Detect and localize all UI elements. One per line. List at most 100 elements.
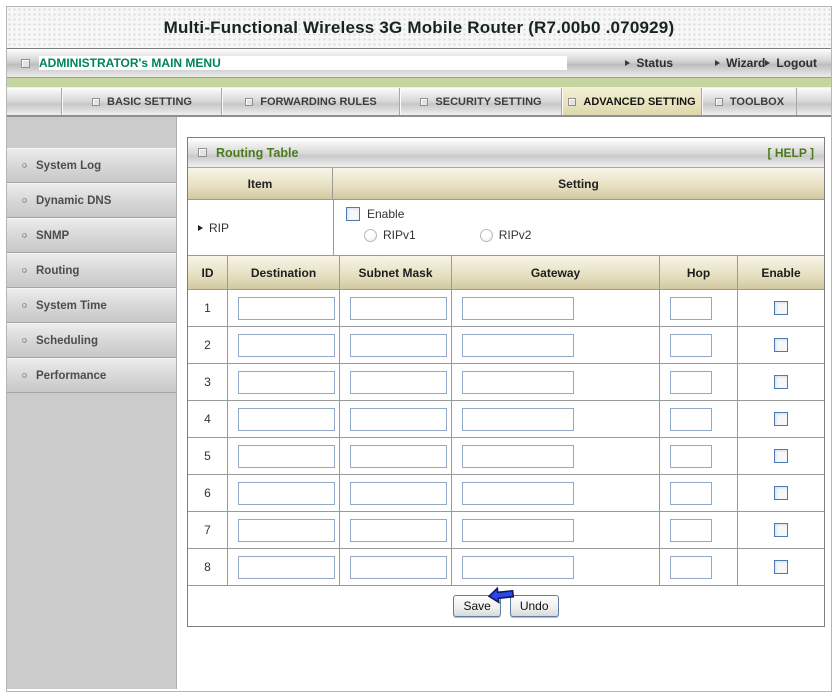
- title-bar: Multi-Functional Wireless 3G Mobile Rout…: [7, 7, 831, 48]
- destination-input[interactable]: [238, 333, 335, 357]
- gateway-input[interactable]: [462, 296, 574, 320]
- tab-basic-setting[interactable]: BASIC SETTING: [62, 88, 222, 115]
- destination-input[interactable]: [238, 296, 335, 320]
- gateway-input[interactable]: [462, 518, 574, 542]
- hop-input[interactable]: [670, 444, 712, 468]
- gateway-input[interactable]: [462, 555, 574, 579]
- hop-input[interactable]: [670, 333, 712, 357]
- bullet-icon: [22, 233, 27, 238]
- sidebar-item-routing[interactable]: Routing: [7, 253, 176, 288]
- router-admin-page: Multi-Functional Wireless 3G Mobile Rout…: [6, 6, 832, 692]
- gateway-input[interactable]: [462, 444, 574, 468]
- bullet-icon: [22, 338, 27, 343]
- tab-advanced-setting[interactable]: ADVANCED SETTING: [562, 88, 702, 115]
- hop-input[interactable]: [670, 481, 712, 505]
- bullet-icon: [22, 303, 27, 308]
- tab-label: TOOLBOX: [729, 95, 785, 108]
- ripv1-label: RIPv1: [383, 228, 416, 242]
- gateway-input[interactable]: [462, 481, 574, 505]
- table-row: 1: [188, 290, 824, 327]
- rip-setting-cell: Enable RIPv1 RIPv2: [333, 200, 824, 255]
- sidebar-item-performance[interactable]: Performance: [7, 358, 176, 393]
- admin-main-menu-label[interactable]: ADMINISTRATOR's MAIN MENU: [39, 56, 568, 70]
- sidebar-item-label: Routing: [36, 264, 80, 277]
- hop-input[interactable]: [670, 555, 712, 579]
- tab-square-icon: [714, 97, 723, 106]
- row-id: 6: [188, 475, 228, 512]
- col-header-gateway: Gateway: [452, 256, 660, 289]
- bullet-icon: [22, 163, 27, 168]
- row-id: 4: [188, 401, 228, 438]
- tab-forwarding-rules[interactable]: FORWARDING RULES: [222, 88, 400, 115]
- arrow-right-icon: [715, 60, 721, 66]
- hop-input[interactable]: [670, 518, 712, 542]
- enable-checkbox[interactable]: [774, 375, 788, 389]
- undo-button[interactable]: Undo: [509, 595, 559, 617]
- save-button[interactable]: Save: [453, 595, 501, 617]
- rip-label: RIP: [209, 220, 230, 235]
- bullet-icon: [22, 268, 27, 273]
- hop-input[interactable]: [670, 296, 712, 320]
- subnet-mask-input[interactable]: [350, 518, 447, 542]
- col-header-subnet-mask: Subnet Mask: [340, 256, 452, 289]
- rip-row: RIP Enable RIPv1 RIPv2: [188, 200, 824, 256]
- button-row: Save Undo: [188, 586, 824, 626]
- ripv1-radio[interactable]: [364, 228, 377, 242]
- destination-input[interactable]: [238, 370, 335, 394]
- destination-input[interactable]: [238, 407, 335, 431]
- sidebar-item-label: System Log: [36, 159, 102, 172]
- tab-square-icon: [568, 97, 577, 106]
- col-header-id: ID: [188, 256, 228, 289]
- enable-checkbox[interactable]: [774, 338, 788, 352]
- gateway-input[interactable]: [462, 370, 574, 394]
- destination-input[interactable]: [238, 444, 335, 468]
- gateway-input[interactable]: [462, 407, 574, 431]
- sidebar-item-system-time[interactable]: System Time: [7, 288, 176, 323]
- sidebar-item-dynamic-dns[interactable]: Dynamic DNS: [7, 183, 176, 218]
- arrow-right-icon: [625, 60, 631, 66]
- sidebar: System Log Dynamic DNS SNMP Routing Syst…: [7, 117, 177, 689]
- subnet-mask-input[interactable]: [350, 333, 447, 357]
- enable-checkbox[interactable]: [774, 486, 788, 500]
- tab-toolbox[interactable]: TOOLBOX: [702, 88, 797, 115]
- ripv2-radio[interactable]: [479, 228, 493, 242]
- destination-input[interactable]: [238, 555, 335, 579]
- page-title: Multi-Functional Wireless 3G Mobile Rout…: [163, 17, 675, 37]
- enable-checkbox[interactable]: [774, 523, 788, 537]
- enable-checkbox[interactable]: [774, 560, 788, 574]
- subnet-mask-input[interactable]: [350, 444, 447, 468]
- hop-input[interactable]: [670, 370, 712, 394]
- help-link[interactable]: [ HELP ]: [768, 146, 814, 160]
- subnet-mask-input[interactable]: [350, 370, 447, 394]
- green-divider-strip: [7, 78, 831, 88]
- menu-item-logout[interactable]: Logout: [765, 56, 817, 70]
- sidebar-item-system-log[interactable]: System Log: [7, 148, 176, 183]
- menu-item-wizard[interactable]: Wizard: [715, 56, 765, 70]
- row-id: 1: [188, 290, 228, 327]
- ripv2-label: RIPv2: [498, 228, 532, 242]
- wizard-label: Wizard: [726, 56, 766, 70]
- status-label: Status: [636, 56, 674, 70]
- rip-enable-checkbox[interactable]: [346, 207, 360, 221]
- gateway-input[interactable]: [462, 333, 574, 357]
- subnet-mask-input[interactable]: [350, 407, 447, 431]
- sidebar-item-label: SNMP: [36, 229, 70, 242]
- destination-input[interactable]: [238, 518, 335, 542]
- panel-title: Routing Table: [216, 145, 299, 160]
- sidebar-item-snmp[interactable]: SNMP: [7, 218, 176, 253]
- destination-input[interactable]: [238, 481, 335, 505]
- enable-checkbox[interactable]: [774, 412, 788, 426]
- enable-checkbox[interactable]: [774, 449, 788, 463]
- tab-security-setting[interactable]: SECURITY SETTING: [400, 88, 562, 115]
- arrow-right-icon: [198, 224, 203, 231]
- row-id: 5: [188, 438, 228, 475]
- subnet-mask-input[interactable]: [350, 481, 447, 505]
- sidebar-item-scheduling[interactable]: Scheduling: [7, 323, 176, 358]
- enable-checkbox[interactable]: [774, 301, 788, 315]
- table-row: 6: [188, 475, 824, 512]
- subnet-mask-input[interactable]: [350, 555, 447, 579]
- menu-item-status[interactable]: Status: [625, 56, 673, 70]
- hop-input[interactable]: [670, 407, 712, 431]
- subnet-mask-input[interactable]: [350, 296, 447, 320]
- row-id: 8: [188, 549, 228, 586]
